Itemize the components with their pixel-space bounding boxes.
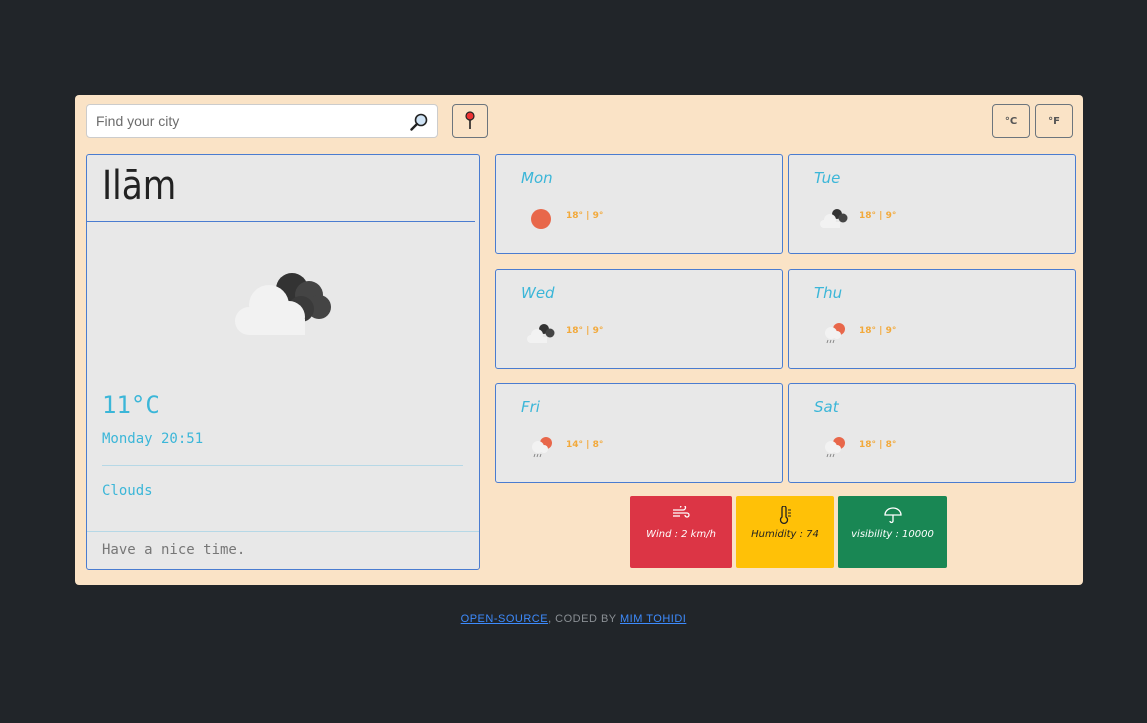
visibility-label: visibility : 10000 <box>851 529 934 540</box>
divider <box>102 465 463 466</box>
forecast-card-tue: Tue 18° | 9° <box>788 154 1076 254</box>
divider <box>87 531 479 532</box>
wind-icon <box>673 506 690 518</box>
fahrenheit-button[interactable]: °F <box>1035 104 1073 138</box>
search-box <box>86 104 438 138</box>
rain-sun-icon <box>532 437 552 458</box>
forecast-temps: 18° | 9° <box>859 326 897 336</box>
forecast-day: Sat <box>814 398 839 416</box>
forecast-temps: 14° | 8° <box>566 440 604 450</box>
current-weather-card: Ilām 11°C Monday 20:51 Clouds Have a nic… <box>86 154 480 570</box>
forecast-card-fri: Fri 14° | 8° <box>495 383 783 483</box>
celsius-label: °C <box>1004 115 1018 127</box>
umbrella-icon <box>883 507 902 524</box>
credits-separator: , CODED BY <box>548 613 617 625</box>
sun-icon <box>531 209 551 229</box>
greeting-message: Have a nice time. <box>102 542 246 558</box>
current-location-button[interactable] <box>452 104 488 138</box>
forecast-card-sat: Sat 18° | 8° <box>788 383 1076 483</box>
thermometer-icon <box>779 506 791 524</box>
weather-app-panel: °C °F Ilām 11°C Monday 20:51 Clouds Have… <box>75 95 1083 585</box>
forecast-temps: 18° | 9° <box>566 211 604 221</box>
city-name: Ilām <box>102 163 177 209</box>
forecast-card-wed: Wed 18° | 9° <box>495 269 783 369</box>
credits-footer: OPEN-SOURCE, CODED BY MIM TOHIDI <box>0 613 1147 625</box>
magnifier-icon <box>410 113 428 131</box>
fahrenheit-label: °F <box>1048 115 1060 127</box>
rain-sun-icon <box>825 437 845 458</box>
current-temperature: 11°C <box>102 391 160 419</box>
humidity-label: Humidity : 74 <box>751 529 819 540</box>
forecast-card-thu: Thu 18° | 9° <box>788 269 1076 369</box>
rain-sun-icon <box>825 323 845 344</box>
search-button[interactable] <box>407 110 431 134</box>
current-datetime: Monday 20:51 <box>102 431 204 447</box>
celsius-button[interactable]: °C <box>992 104 1030 138</box>
author-link[interactable]: MIM TOHIDI <box>620 613 686 625</box>
weather-condition: Clouds <box>102 483 153 499</box>
forecast-day: Mon <box>521 169 553 187</box>
pin-icon <box>465 111 475 129</box>
open-source-link[interactable]: OPEN-SOURCE <box>461 613 548 625</box>
forecast-day: Thu <box>814 284 843 302</box>
cloudy-icon <box>820 209 848 228</box>
cloudy-icon <box>527 324 555 343</box>
visibility-stat: visibility : 10000 <box>838 496 947 568</box>
forecast-temps: 18° | 9° <box>859 211 897 221</box>
cloudy-icon <box>235 273 331 335</box>
humidity-stat: Humidity : 74 <box>736 496 834 568</box>
forecast-card-mon: Mon 18° | 9° <box>495 154 783 254</box>
forecast-temps: 18° | 8° <box>859 440 897 450</box>
wind-stat: Wind : 2 km/h <box>630 496 732 568</box>
forecast-temps: 18° | 9° <box>566 326 604 336</box>
forecast-day: Wed <box>521 284 555 302</box>
wind-label: Wind : 2 km/h <box>646 529 716 540</box>
divider <box>87 221 475 222</box>
forecast-day: Fri <box>521 398 540 416</box>
forecast-day: Tue <box>814 169 841 187</box>
search-input[interactable] <box>87 105 397 137</box>
